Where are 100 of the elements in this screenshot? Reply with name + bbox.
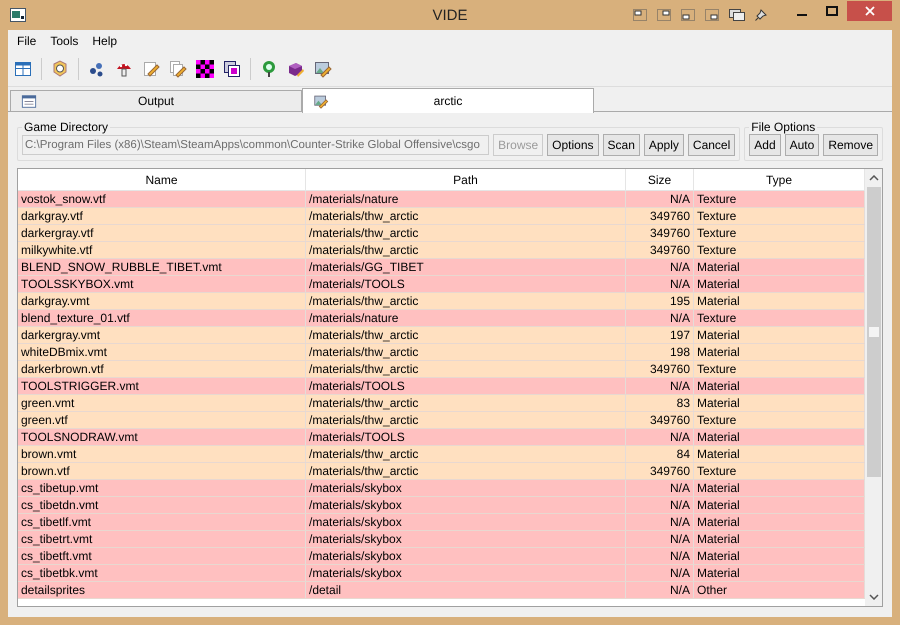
table-row[interactable]: darkgray.vmt /materials/thw_arctic 195 Material [18, 293, 865, 310]
table-cell: darkgray.vtf [18, 208, 306, 224]
table-cell: cs_tibetlf.vmt [18, 514, 306, 530]
menu-item[interactable]: File [10, 34, 44, 48]
table-cell: N/A [626, 582, 694, 598]
column-header[interactable]: Size [626, 169, 694, 190]
table-cell: darkergray.vtf [18, 225, 306, 241]
app-icon [10, 8, 26, 22]
dock-icon[interactable] [705, 9, 719, 21]
push-button[interactable]: Scan [602, 134, 640, 156]
push-button[interactable]: Add [749, 134, 781, 156]
window-title: VIDE [431, 6, 468, 24]
menu-item[interactable]: Tools [43, 34, 86, 48]
table-row[interactable]: brown.vmt /materials/thw_arctic 84 Material [18, 446, 865, 463]
table-cell: cs_tibetbk.vmt [18, 565, 306, 581]
table-row[interactable]: cs_tibetbk.vmt /materials/skybox N/A Material [18, 565, 865, 582]
windows-icon[interactable] [729, 9, 745, 21]
table-row[interactable]: darkergray.vmt /materials/thw_arctic 197 Material [18, 327, 865, 344]
scrollbar[interactable] [865, 169, 882, 606]
table-row[interactable]: darkergray.vtf /materials/thw_arctic 349760 Texture [18, 225, 865, 242]
box-pencil-icon[interactable] [287, 60, 305, 78]
table-cell: vostok_snow.vtf [18, 191, 306, 207]
table-row[interactable]: brown.vtf /materials/thw_arctic 349760 Texture [18, 463, 865, 480]
push-button[interactable]: Auto [784, 134, 820, 156]
table-cell: 195 [626, 293, 694, 309]
table-cell: milkywhite.vtf [18, 242, 306, 258]
table-cell: brown.vmt [18, 446, 306, 462]
table-cell: /materials/thw_arctic [306, 242, 626, 258]
table-row[interactable]: TOOLSSKYBOX.vmt /materials/TOOLS N/A Material [18, 276, 865, 293]
table-row[interactable]: blend_texture_01.vtf /materials/nature N/A Texture [18, 310, 865, 327]
picture-pencil-icon[interactable] [314, 60, 332, 78]
table-row[interactable]: cs_tibetup.vmt /materials/skybox N/A Material [18, 480, 865, 497]
list-icon [21, 94, 37, 108]
table-cell: /materials/thw_arctic [306, 463, 626, 479]
table-cell: 84 [626, 446, 694, 462]
table-row[interactable]: cs_tibetrt.vmt /materials/skybox N/A Material [18, 531, 865, 548]
scroll-up-icon[interactable] [868, 175, 878, 181]
column-header[interactable]: Name [18, 169, 306, 190]
menu-item[interactable]: Help [85, 34, 124, 48]
table-cell: darkerbrown.vtf [18, 361, 306, 377]
close-icon [864, 6, 874, 16]
table-row[interactable]: milkywhite.vtf /materials/thw_arctic 349760 Texture [18, 242, 865, 259]
table-cell: whiteDBmix.vmt [18, 344, 306, 360]
dock-icon[interactable] [681, 9, 695, 21]
table-row[interactable]: TOOLSTRIGGER.vmt /materials/TOOLS N/A Material [18, 378, 865, 395]
checkerboard-icon[interactable] [196, 60, 214, 78]
push-button[interactable]: Options [547, 134, 599, 156]
table-cell: /materials/skybox [306, 565, 626, 581]
table-cell: /materials/thw_arctic [306, 327, 626, 343]
table-row[interactable]: detailsprites /detail N/A Other [18, 582, 865, 599]
table-cell: cs_tibetft.vmt [18, 548, 306, 564]
table-cell: N/A [626, 191, 694, 207]
note-pencil-icon[interactable] [142, 60, 160, 78]
table-cell: /materials/skybox [306, 497, 626, 513]
table-cell: brown.vtf [18, 463, 306, 479]
table-row[interactable]: whiteDBmix.vmt /materials/thw_arctic 198 Material [18, 344, 865, 361]
table-row[interactable]: green.vtf /materials/thw_arctic 349760 Texture [18, 412, 865, 429]
table-row[interactable]: vostok_snow.vtf /materials/nature N/A Texture [18, 191, 865, 208]
table-cell: 349760 [626, 225, 694, 241]
table-cell: N/A [626, 565, 694, 581]
table-cell: /materials/nature [306, 310, 626, 326]
dock-icon[interactable] [633, 9, 647, 21]
windows-stack-icon[interactable] [223, 60, 241, 78]
table-row[interactable]: darkgray.vtf /materials/thw_arctic 349760 Texture [18, 208, 865, 225]
tab[interactable]: arctic [302, 88, 594, 113]
push-button[interactable]: Apply [644, 134, 684, 156]
table-cell: /materials/TOOLS [306, 429, 626, 445]
table-cell: /materials/skybox [306, 480, 626, 496]
table-row[interactable]: cs_tibetdn.vmt /materials/skybox N/A Material [18, 497, 865, 514]
grid-icon[interactable] [14, 60, 32, 78]
table-cell: blend_texture_01.vtf [18, 310, 306, 326]
close-button[interactable] [847, 1, 892, 21]
table-row[interactable]: cs_tibetlf.vmt /materials/skybox N/A Material [18, 514, 865, 531]
table-cell: TOOLSSKYBOX.vmt [18, 276, 306, 292]
table-row[interactable]: green.vmt /materials/thw_arctic 83 Material [18, 395, 865, 412]
table-row[interactable]: cs_tibetft.vmt /materials/skybox N/A Material [18, 548, 865, 565]
table-cell: cs_tibetrt.vmt [18, 531, 306, 547]
scroll-down-icon[interactable] [868, 594, 878, 600]
push-button[interactable]: Remove [823, 134, 878, 156]
pages-pencil-icon[interactable] [169, 60, 187, 78]
table-cell: /materials/thw_arctic [306, 446, 626, 462]
table-cell: /materials/thw_arctic [306, 395, 626, 411]
table-cell: 83 [626, 395, 694, 411]
table-cell: /materials/nature [306, 191, 626, 207]
table-cell: N/A [626, 378, 694, 394]
scroll-thumb[interactable] [866, 187, 880, 477]
table-row[interactable]: TOOLSNODRAW.vmt /materials/TOOLS N/A Material [18, 429, 865, 446]
push-button[interactable]: Cancel [688, 134, 736, 156]
table-cell: /materials/thw_arctic [306, 208, 626, 224]
table-cell: /materials/skybox [306, 531, 626, 547]
table-cell: cs_tibetup.vmt [18, 480, 306, 496]
column-header[interactable]: Path [306, 169, 626, 190]
dock-icon[interactable] [657, 9, 671, 21]
table-row[interactable]: BLEND_SNOW_RUBBLE_TIBET.vmt /materials/GG_TIBET N/A Material [18, 259, 865, 276]
table-row[interactable]: darkerbrown.vtf /materials/thw_arctic 349760 Texture [18, 361, 865, 378]
table-cell: green.vmt [18, 395, 306, 411]
table-cell: /materials/skybox [306, 514, 626, 530]
pin-icon[interactable] [755, 9, 767, 21]
tab[interactable]: Output [10, 90, 302, 111]
table-cell: /materials/thw_arctic [306, 412, 626, 428]
